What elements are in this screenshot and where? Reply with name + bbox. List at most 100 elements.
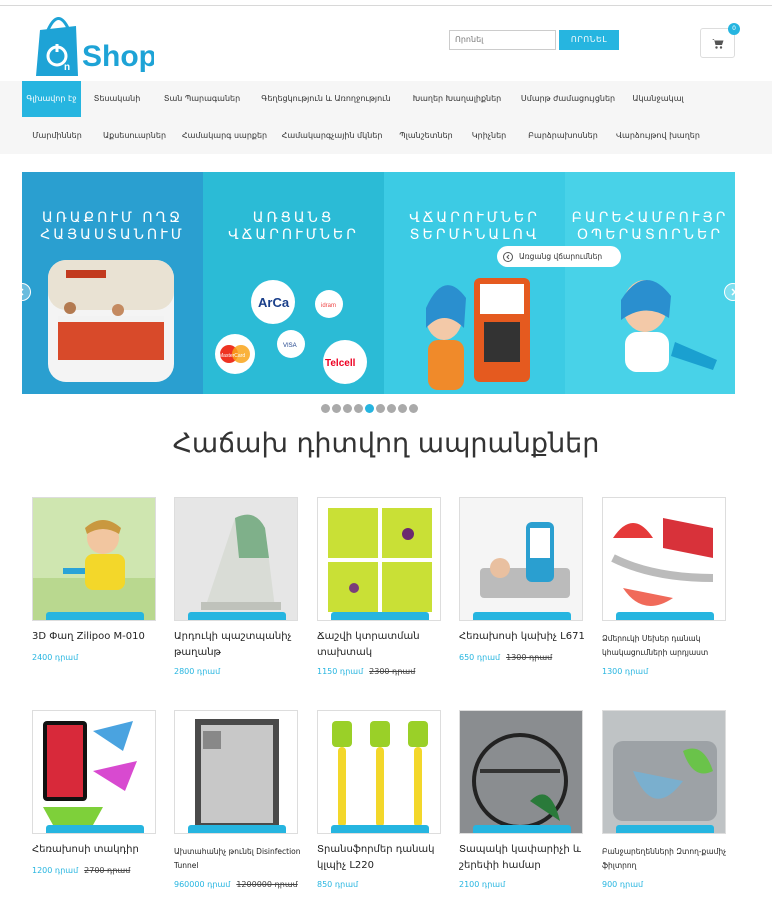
product-name[interactable]: Ձմերուկի Սեխեր դանակ կհակացումների արդյա… bbox=[602, 632, 738, 660]
office-photo bbox=[48, 260, 174, 382]
nav-item-rental-games[interactable]: Վարձույթով խաղեր bbox=[608, 118, 708, 154]
slider-dot[interactable] bbox=[354, 404, 363, 413]
product-image[interactable] bbox=[32, 710, 156, 834]
nav-item-toys[interactable]: Խաղեր Խաղալիքներ bbox=[401, 81, 513, 117]
current-price: 2800 դրամ bbox=[174, 667, 221, 676]
product-card[interactable]: Ճաշվի կտրատման տախտակ 1150 դրամ 2300 դրամ bbox=[317, 497, 457, 687]
nav-item-speakers[interactable]: Բարձրախոսներ bbox=[518, 118, 608, 154]
product-name[interactable]: Ախտահանիչ թունել Disinfection Tunnel bbox=[174, 845, 310, 873]
product-name[interactable]: Ճաշվի կտրատման տախտակ bbox=[317, 629, 453, 661]
current-price: 1300 դրամ bbox=[602, 667, 649, 676]
slide-panel-delivery: ԱՌԱՔՈՒՄ ՈՂՋ ՀԱՅԱՍՏԱՆՈՒՄ bbox=[22, 172, 203, 394]
quick-view-bar[interactable] bbox=[188, 825, 286, 833]
quick-view-bar[interactable] bbox=[473, 612, 571, 620]
slider-dot[interactable] bbox=[365, 404, 374, 413]
slider-dot[interactable] bbox=[343, 404, 352, 413]
quick-view-bar[interactable] bbox=[188, 612, 286, 620]
old-price: 2700 դրամ bbox=[84, 866, 131, 875]
slide-panel-online-payments: ԱՌՑԱՆՑ ՎՃԱՐՈՒՄՆԵՐ ArCa idram MasterCard … bbox=[203, 172, 384, 394]
current-price: 2100 դրամ bbox=[459, 880, 506, 889]
chevron-right-icon bbox=[731, 288, 737, 296]
product-image[interactable] bbox=[459, 497, 583, 621]
nav-item-drives[interactable]: Կրիչներ bbox=[460, 118, 518, 154]
current-price: 650 դրամ bbox=[459, 653, 501, 662]
nav-item-home[interactable]: Գլխավոր էջ bbox=[22, 81, 81, 117]
product-name[interactable]: Հեռախոսի տակդիր bbox=[32, 842, 168, 858]
nav-item-home-goods[interactable]: Տան Պարագաներ bbox=[153, 81, 251, 117]
product-price: 1300 դրամ bbox=[602, 667, 648, 676]
onshop-logo[interactable]: n Shop bbox=[34, 8, 154, 78]
quick-view-bar[interactable] bbox=[616, 825, 714, 833]
operator-illustration bbox=[621, 279, 717, 372]
product-name[interactable]: Բանջարեղենների Զտող-քամիչ ֆիլտրող bbox=[602, 845, 738, 873]
nav-item-tablets[interactable]: Պլանշետներ bbox=[392, 118, 460, 154]
nav-item-beauty[interactable]: Գեղեցկություն և Առողջություն bbox=[251, 81, 401, 117]
product-price: 1150 դրամ 2300 դրամ bbox=[317, 667, 415, 676]
nav-item-smartwatches[interactable]: Սմարթ ժամացույցներ bbox=[513, 81, 623, 117]
product-card[interactable]: Ախտահանիչ թունել Disinfection Tunnel 9600… bbox=[174, 710, 314, 900]
search-input[interactable]: Որոնել bbox=[449, 30, 556, 50]
product-card[interactable]: Տրանսֆորմեր դանակ կլպիչ L220 850 դրամ bbox=[317, 710, 457, 900]
slider-dot[interactable] bbox=[321, 404, 330, 413]
product-card[interactable]: Ձմերուկի Սեխեր դանակ կհակացումների արդյա… bbox=[602, 497, 742, 687]
slider-next-button[interactable] bbox=[724, 283, 742, 301]
product-name[interactable]: 3D Փաղ Zilipoo M-010 bbox=[32, 629, 168, 645]
product-card[interactable]: Տապակի կափարիչի և շերեփի համար 2100 դրամ bbox=[459, 710, 599, 900]
nav-item-accessories[interactable]: Աքսեսուարներ bbox=[92, 118, 177, 154]
quick-view-bar[interactable] bbox=[46, 825, 144, 833]
nav-item-catalog[interactable]: Տեսականի bbox=[81, 81, 153, 117]
quick-view-bar[interactable] bbox=[331, 612, 429, 620]
product-name[interactable]: Տրանսֆորմեր դանակ կլպիչ L220 bbox=[317, 842, 453, 874]
nav-item-headphones[interactable]: Ականջակալ bbox=[623, 81, 693, 117]
product-price: 1200 դրամ 2700 դրամ bbox=[32, 866, 130, 875]
quick-view-bar[interactable] bbox=[331, 825, 429, 833]
slide-title-terminal: ՎՃԱՐՈՒՄՆԵՐ ՏԵՐՄԻՆԱԼՈՎ bbox=[409, 210, 540, 243]
slider-dot[interactable] bbox=[376, 404, 385, 413]
slider-prev-button[interactable] bbox=[13, 283, 31, 301]
product-name[interactable]: Հեռախոսի կախիչ L671 bbox=[459, 629, 595, 645]
product-price: 900 դրամ bbox=[602, 880, 643, 889]
product-price: 2100 դրամ bbox=[459, 880, 505, 889]
slider-dot[interactable] bbox=[332, 404, 341, 413]
slide-panel-terminal: ՎՃԱՐՈՒՄՆԵՐ ՏԵՐՄԻՆԱԼՈՎ bbox=[384, 172, 565, 394]
payment-logos: ArCa idram MasterCard VISA Telcell bbox=[215, 280, 367, 384]
product-price: 2800 դրամ bbox=[174, 667, 220, 676]
product-name[interactable]: Արդուկի պաշտպանիչ թաղանթ bbox=[174, 629, 310, 661]
main-nav: Գլխավոր էջ Տեսականի Տան Պարագաներ Գեղեցկ… bbox=[0, 81, 772, 154]
slider-dot[interactable] bbox=[409, 404, 418, 413]
online-payments-badge[interactable]: Առցանց վճարումներ bbox=[497, 246, 621, 267]
slider-dot[interactable] bbox=[398, 404, 407, 413]
product-card[interactable]: 3D Փաղ Zilipoo M-010 2400 դրամ bbox=[32, 497, 172, 687]
product-image[interactable] bbox=[32, 497, 156, 621]
nav-item-computer-devices[interactable]: Համակարգ սարքեր bbox=[177, 118, 272, 154]
old-price: 2300 դրամ bbox=[369, 667, 416, 676]
hero-slider[interactable]: ԱՌԱՔՈՒՄ ՈՂՋ ՀԱՅԱՍՏԱՆՈՒՄ ԱՌՑԱՆՑ ՎՃԱՐՈՒՄՆԵ… bbox=[22, 172, 735, 394]
cart-icon bbox=[711, 38, 723, 49]
product-image[interactable] bbox=[317, 497, 441, 621]
product-card[interactable]: Բանջարեղենների Զտող-քամիչ ֆիլտրող 900 դրա… bbox=[602, 710, 742, 900]
current-price: 960000 դրամ bbox=[174, 880, 231, 889]
quick-view-bar[interactable] bbox=[473, 825, 571, 833]
product-image[interactable] bbox=[602, 710, 726, 834]
svg-text:n: n bbox=[64, 62, 70, 73]
product-price: 650 դրամ 1300 դրամ bbox=[459, 653, 552, 662]
product-card[interactable]: Հեռախոսի կախիչ L671 650 դրամ 1300 դրամ bbox=[459, 497, 599, 687]
logo-text: Shop bbox=[82, 40, 154, 73]
quick-view-bar[interactable] bbox=[46, 612, 144, 620]
search-button[interactable]: ՈՐՈՆԵԼ bbox=[559, 30, 619, 50]
slider-dot[interactable] bbox=[387, 404, 396, 413]
quick-view-bar[interactable] bbox=[616, 612, 714, 620]
top-border bbox=[0, 0, 772, 6]
product-image[interactable] bbox=[174, 710, 298, 834]
product-image[interactable] bbox=[459, 710, 583, 834]
product-image[interactable] bbox=[317, 710, 441, 834]
nav-item-bodies[interactable]: Մարմիններ bbox=[22, 118, 92, 154]
product-price: 850 դրամ bbox=[317, 880, 358, 889]
product-image[interactable] bbox=[174, 497, 298, 621]
nav-item-mice[interactable]: Համակարգչային մկներ bbox=[272, 118, 392, 154]
product-image[interactable] bbox=[602, 497, 726, 621]
product-card[interactable]: Արդուկի պաշտպանիչ թաղանթ 2800 դրամ bbox=[174, 497, 314, 687]
nav-row-1: Գլխավոր էջ Տեսականի Տան Պարագաներ Գեղեցկ… bbox=[22, 81, 693, 117]
product-card[interactable]: Հեռախոսի տակդիր 1200 դրամ 2700 դրամ bbox=[32, 710, 172, 900]
product-name[interactable]: Տապակի կափարիչի և շերեփի համար bbox=[459, 842, 595, 874]
